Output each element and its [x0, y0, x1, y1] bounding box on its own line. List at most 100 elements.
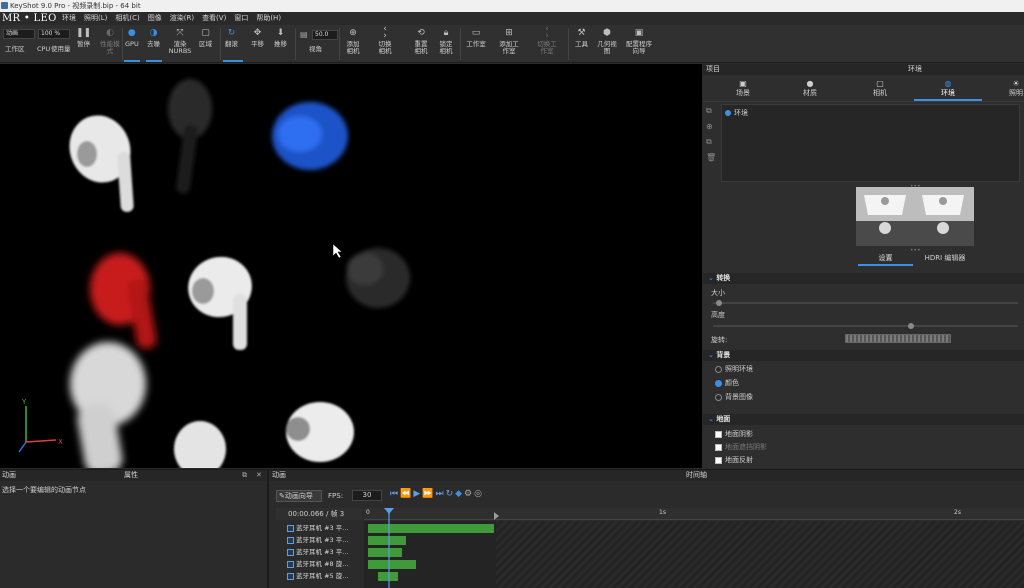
gpu-button[interactable]: ● GPU — [125, 27, 139, 48]
playhead[interactable] — [388, 508, 390, 588]
perf-mode-button[interactable]: ◐ 性能模式 — [100, 27, 120, 55]
tab-scene[interactable]: ▣ 场景 — [733, 79, 753, 98]
workspace-button[interactable]: 工作区 — [5, 46, 25, 53]
background-header[interactable] — [703, 350, 1024, 361]
track-row[interactable]: 蓝牙耳机 #8 旋... — [276, 559, 364, 569]
range-end-marker[interactable] — [494, 512, 499, 520]
step-forward-icon[interactable]: ⏩ — [422, 489, 433, 499]
track-row[interactable]: 蓝牙耳机 #3 平... — [276, 535, 364, 545]
step-back-icon[interactable]: ⏪ — [400, 489, 411, 499]
ground-occlusion-checkbox[interactable] — [715, 443, 722, 451]
pan-button[interactable]: ✥ 平移 — [251, 27, 264, 48]
pause-button[interactable]: ❚❚ 暂停 — [76, 27, 91, 48]
fov-button[interactable]: 视角 — [309, 46, 322, 53]
tab-material[interactable]: ● 材质 — [800, 79, 820, 98]
playhead-handle-icon[interactable] — [384, 508, 394, 514]
earbud-black-1[interactable] — [168, 79, 212, 195]
tab-lighting[interactable]: ☀ 照明 — [1006, 79, 1024, 98]
track-row[interactable]: 蓝牙耳机 #3 平... — [276, 523, 364, 533]
loop-icon[interactable]: ↻ — [446, 489, 454, 499]
trash-icon[interactable]: 🗑︎ — [706, 153, 718, 162]
earbud-red[interactable] — [90, 253, 158, 350]
track-checkbox[interactable] — [287, 572, 294, 580]
cpu-button[interactable]: CPU — [37, 46, 50, 53]
reset-camera-button[interactable]: ⟲ 重置相机 — [412, 27, 430, 55]
add-studio-button[interactable]: ⊞ 添加工作室 — [497, 27, 521, 55]
animation-clip-bar[interactable] — [368, 524, 494, 533]
menu-window[interactable]: 窗口 — [230, 12, 252, 25]
menu-help[interactable]: 帮助(H) — [252, 12, 285, 25]
animation-clip-bar[interactable] — [368, 536, 406, 545]
config-wizard-button[interactable]: ▣ 配置程序向导 — [623, 27, 655, 55]
height-slider-thumb[interactable] — [908, 323, 914, 329]
track-row[interactable]: 蓝牙耳机 #5 旋... — [276, 571, 364, 581]
skip-start-icon[interactable]: ⏮ — [390, 489, 398, 499]
ground-shadow-checkbox[interactable] — [715, 430, 722, 438]
switch-studio-button[interactable]: ‹ › 切换工作室 — [535, 25, 559, 55]
denoise-button[interactable]: ◑ 去噪 — [147, 27, 160, 48]
radio-image[interactable] — [715, 393, 722, 401]
height-slider[interactable] — [713, 323, 1018, 329]
close-icon[interactable]: ✕ — [256, 470, 262, 481]
size-slider-thumb[interactable] — [716, 300, 722, 306]
track-row[interactable]: 蓝牙耳机 #3 平... — [276, 547, 364, 557]
add-env-icon[interactable]: ⊕ — [706, 122, 718, 131]
tumble-button[interactable]: ↻ 翻滚 — [225, 27, 238, 48]
ground-shadow-option[interactable]: 地面阴影 — [715, 429, 753, 439]
track-checkbox[interactable] — [287, 524, 294, 532]
radio-color[interactable] — [715, 379, 722, 387]
switch-camera-button[interactable]: ‹ › 切换相机 — [376, 25, 394, 55]
lock-camera-button[interactable]: 🔒︎ 锁定相机 — [437, 27, 455, 55]
play-icon[interactable]: ▶ — [413, 489, 420, 499]
subtab-hdri-editor[interactable]: HDRI 编辑器 — [915, 253, 975, 263]
panel-divider[interactable] — [267, 470, 269, 588]
radio-lighting[interactable] — [715, 365, 722, 373]
transform-header[interactable] — [703, 273, 1024, 284]
subtab-settings[interactable]: 设置 — [858, 253, 913, 263]
tab-environment[interactable]: ◍ 环境 — [938, 79, 958, 98]
earbud-white-2[interactable] — [181, 250, 258, 350]
fps-input[interactable]: 30 — [352, 490, 382, 501]
keyframe-icon[interactable]: ◆ — [455, 489, 462, 499]
menu-image[interactable]: 图像 — [144, 12, 166, 25]
restore-icon[interactable]: ⧉ — [242, 470, 247, 481]
track-checkbox[interactable] — [287, 560, 294, 568]
earbud-white-5[interactable] — [286, 402, 354, 462]
zoom-field[interactable]: 100 % — [38, 29, 70, 39]
usage-button[interactable]: 使用量 — [51, 46, 71, 53]
add-camera-button[interactable]: ⊕ 添加相机 — [344, 27, 362, 55]
region-button[interactable]: ▢ 区域 — [199, 27, 212, 48]
menu-environment[interactable]: 环境 — [58, 12, 80, 25]
ground-reflection-checkbox[interactable] — [715, 456, 722, 464]
bg-option-image[interactable]: 背景图像 — [715, 392, 753, 402]
settings-icon[interactable]: ◎ — [474, 489, 482, 499]
skip-end-icon[interactable]: ⏭ — [435, 489, 443, 499]
ground-header[interactable] — [703, 414, 1024, 425]
tools-button[interactable]: ⚒ 工具 — [575, 27, 588, 48]
ground-occlusion-option[interactable]: 地面遮挡阴影 — [715, 442, 767, 452]
menu-lighting[interactable]: 照明(L) — [80, 12, 111, 25]
gear-icon[interactable]: ⚙ — [464, 489, 472, 499]
earbud-white-1[interactable] — [60, 107, 140, 213]
hdri-preview[interactable] — [856, 187, 974, 246]
ground-reflection-option[interactable]: 地面反射 — [715, 455, 753, 465]
bg-option-lighting[interactable]: 照明环境 — [715, 364, 753, 374]
earbud-white-3[interactable] — [70, 342, 146, 468]
menu-camera[interactable]: 相机(C) — [111, 12, 143, 25]
workspace-select[interactable]: 动画 — [3, 29, 35, 39]
copy-icon[interactable]: ⧉ — [706, 106, 718, 116]
size-slider[interactable] — [713, 300, 1018, 306]
earbud-dark-2[interactable] — [346, 248, 410, 308]
duplicate-icon[interactable]: ⧉ — [706, 137, 718, 147]
list-item[interactable]: 环境 — [725, 108, 748, 118]
menu-render[interactable]: 渲染(R) — [166, 12, 198, 25]
animation-wizard-button[interactable]: ✎动画向导 — [276, 490, 322, 502]
bg-option-color[interactable]: 颜色 — [715, 378, 739, 388]
studio-button[interactable]: ▭ 工作室 — [466, 27, 486, 48]
fov-value-field[interactable]: 50.0 — [312, 30, 338, 40]
timeline-ruler[interactable]: 0 1s 2s — [364, 508, 1024, 520]
tab-camera[interactable]: ▢ 相机 — [870, 79, 890, 98]
track-checkbox[interactable] — [287, 548, 294, 556]
rotation-dial[interactable] — [845, 334, 951, 343]
render-nurbs-button[interactable]: ⤧ 渲染NURBS — [169, 27, 192, 55]
